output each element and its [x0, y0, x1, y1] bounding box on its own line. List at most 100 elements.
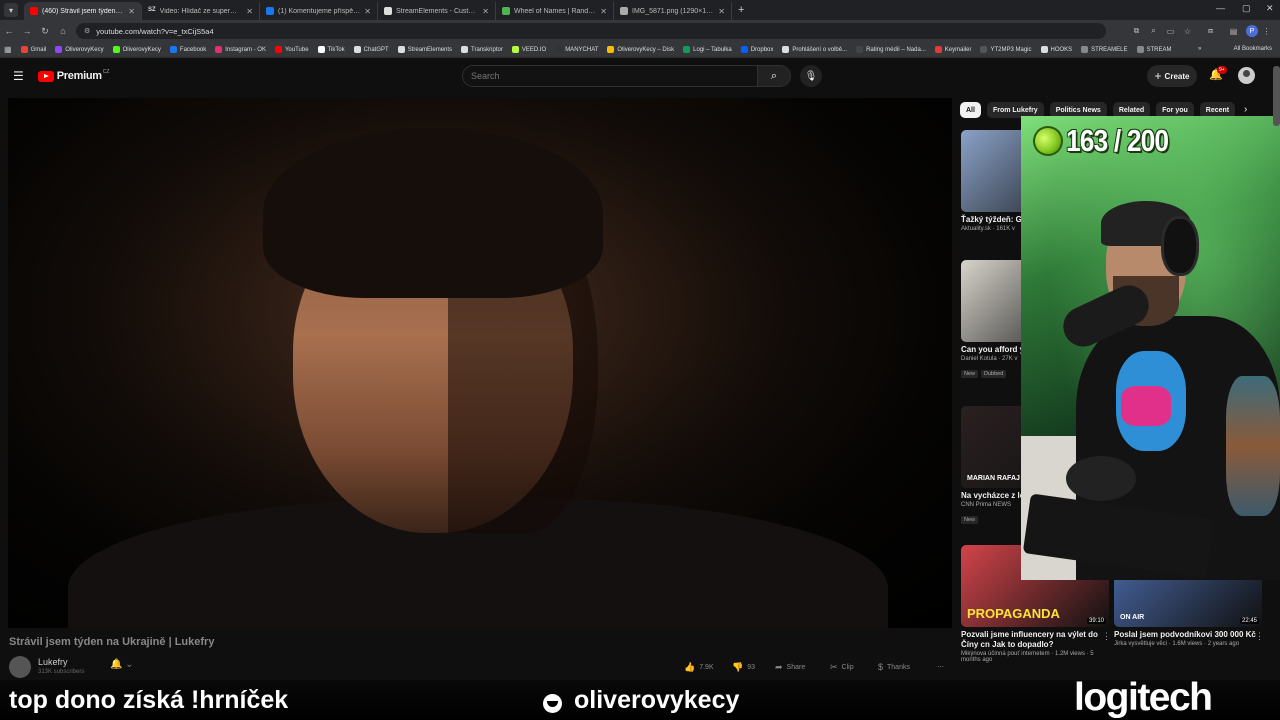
site-info-icon[interactable]: ⚙ — [84, 27, 90, 35]
bookmark-label: Instagram - OK — [225, 46, 266, 53]
profile-avatar[interactable]: P — [1246, 25, 1258, 37]
browser-tab[interactable]: (460) Strávil jsem týden na Ukr ✕ — [24, 2, 142, 20]
clip-button[interactable]: ✂ Clip — [830, 661, 854, 673]
bookmark-item[interactable]: STREAM — [1136, 46, 1172, 53]
bookmark-item[interactable]: Prohlášení o volbě... — [782, 46, 847, 53]
country-code: CZ — [102, 69, 110, 75]
bookmark-item[interactable]: Instagram - OK — [215, 46, 266, 53]
bookmark-item[interactable]: TikTok — [317, 46, 345, 53]
bookmark-item[interactable]: STREAMELE — [1081, 46, 1128, 53]
tab-close-icon[interactable]: ✕ — [128, 7, 135, 16]
bookmark-item[interactable]: OliverovyKecy – Disk — [607, 46, 674, 53]
bookmark-icon — [683, 46, 691, 53]
bookmark-item[interactable]: ChatGPT — [353, 46, 389, 53]
bookmark-item[interactable]: Rating médií – Nada... — [856, 46, 926, 53]
channel-avatar[interactable] — [9, 656, 31, 678]
create-button[interactable]: + Create — [1147, 65, 1197, 87]
search-input[interactable] — [462, 65, 758, 87]
browser-tab[interactable]: SZVideo: Hlídač ze supermarketu✕ — [142, 2, 260, 20]
logo-text: Premium — [56, 70, 102, 82]
maximize-icon[interactable]: ▢ — [1242, 3, 1251, 14]
bookmark-item[interactable]: Facebook — [169, 46, 206, 53]
bookmark-item[interactable]: Keymailer — [934, 46, 971, 53]
bookmark-item[interactable]: StreamElements — [397, 46, 452, 53]
cast-icon[interactable]: ▭ — [1162, 27, 1179, 36]
menu-icon[interactable]: ⋮ — [1258, 27, 1275, 36]
thanks-icon: $ — [878, 662, 884, 672]
chips-next-icon[interactable]: › — [1244, 104, 1247, 115]
subscription-bell-icon[interactable]: 🔔 ⌄ — [110, 659, 134, 670]
browser-tab[interactable]: StreamElements - Custom com✕ — [378, 2, 496, 20]
bookmark-item[interactable]: MANYCHAT — [555, 46, 598, 53]
minimize-icon[interactable]: — — [1216, 3, 1225, 13]
back-icon[interactable]: ← — [0, 26, 18, 36]
more-bookmarks-icon[interactable]: » — [1198, 46, 1201, 52]
video-player[interactable] — [8, 98, 952, 628]
bookmark-item[interactable]: OliverovyKecy — [55, 46, 104, 53]
recommendation-title[interactable]: Poslal jsem podvodníkovi 300 000 Kč — [1114, 630, 1264, 640]
goal-counter: 163 / 200 — [1028, 120, 1186, 162]
bookmark-icon — [20, 46, 28, 53]
zoom-icon[interactable]: ⌕ — [1145, 26, 1162, 36]
tab-close-icon[interactable]: ✕ — [482, 7, 489, 16]
tab-close-icon[interactable]: ✕ — [364, 7, 371, 16]
tab-close-icon[interactable]: ✕ — [718, 7, 725, 16]
tab-close-icon[interactable]: ✕ — [600, 7, 607, 16]
bookmark-icon — [1040, 46, 1048, 53]
voice-search-button[interactable]: 🎙 — [800, 65, 822, 87]
share-icon: ➦ — [775, 661, 783, 672]
like-button[interactable]: 👍 7.9K — [684, 661, 714, 673]
clip-label: Clip — [841, 663, 854, 671]
forward-icon[interactable]: → — [18, 26, 36, 36]
recommendation-title[interactable]: Pozvali jsme influencery na výlet do Čín… — [961, 630, 1111, 650]
browser-tab[interactable]: IMG_5871.png (1290×1253) ✕ — [614, 2, 732, 20]
tab-title: (460) Strávil jsem týden na Ukr — [42, 7, 124, 15]
translate-icon[interactable]: ⧉ — [1128, 26, 1145, 36]
all-bookmarks-folder[interactable]: All Bookmarks — [1234, 46, 1272, 52]
home-icon[interactable]: ⌂ — [54, 26, 72, 36]
address-bar[interactable]: ⚙ youtube.com/watch?v=e_txCijS5a4 — [76, 23, 1106, 39]
video-duration: 39:10 — [1086, 618, 1106, 624]
channel-name[interactable]: Lukefry — [38, 657, 68, 667]
apps-icon[interactable]: ▦ — [4, 45, 12, 54]
page-scrollbar[interactable] — [1273, 66, 1280, 126]
bookmark-item[interactable]: Transkriptor — [461, 46, 503, 53]
filter-chip[interactable]: All — [960, 102, 981, 118]
extensions-icon[interactable]: ⧈ — [1202, 26, 1219, 36]
star-icon[interactable]: ☆ — [1179, 27, 1196, 36]
bookmark-item[interactable]: Gmail — [20, 46, 46, 53]
bookmark-item[interactable]: Logi – Tabulka — [683, 46, 732, 53]
bookmark-item[interactable]: YouTube — [274, 46, 309, 53]
bookmark-label: STREAMELE — [1091, 46, 1128, 53]
close-window-icon[interactable]: ✕ — [1266, 3, 1274, 14]
tab-close-icon[interactable]: ✕ — [246, 7, 253, 16]
bookmark-item[interactable]: OliverovyKecy — [112, 46, 161, 53]
share-button[interactable]: ➦ Share — [775, 661, 805, 673]
more-actions-icon[interactable]: ⋯ — [937, 661, 944, 673]
bookmark-item[interactable]: Dropbox — [740, 46, 773, 53]
thumbs-down-icon: 👎 — [732, 661, 744, 672]
dislike-button[interactable]: 👎 93 — [732, 661, 755, 673]
thanks-label: Thanks — [887, 663, 910, 671]
recommendation-more-icon[interactable]: ⋮ — [1255, 631, 1264, 642]
search-button[interactable]: ⌕ — [757, 65, 791, 87]
browser-tab[interactable]: Wheel of Names | Random nam✕ — [496, 2, 614, 20]
youtube-logo[interactable]: Premium CZ — [37, 69, 110, 82]
bookmark-label: OliverovyKecy — [122, 46, 161, 53]
account-avatar[interactable] — [1238, 67, 1255, 84]
video-title: Strávil jsem týden na Ukrajině | Lukefry — [9, 636, 215, 648]
webcam-shirt-art-accent — [1121, 386, 1171, 426]
browser-tab[interactable]: (1) Komentujeme příspěvky de✕ — [260, 2, 378, 20]
bookmark-item[interactable]: VEED.IO — [511, 46, 547, 53]
bookmark-item[interactable]: YT2MP3 Magic — [980, 46, 1032, 53]
sidebar-icon[interactable]: ▤ — [1225, 27, 1242, 36]
bookmark-label: VEED.IO — [521, 46, 547, 53]
thanks-button[interactable]: $ Thanks — [878, 661, 910, 673]
tab-search-icon[interactable]: ▾ — [4, 3, 18, 17]
recommendation-more-icon[interactable]: ⋮ — [1102, 631, 1111, 642]
bookmark-item[interactable]: HOOKS — [1040, 46, 1072, 53]
thumbnail-caption: PROPAGANDA — [967, 606, 1060, 621]
reload-icon[interactable]: ↻ — [36, 26, 54, 37]
new-tab-button[interactable]: + — [738, 4, 744, 16]
guide-menu-icon[interactable]: ☰ — [13, 69, 24, 83]
